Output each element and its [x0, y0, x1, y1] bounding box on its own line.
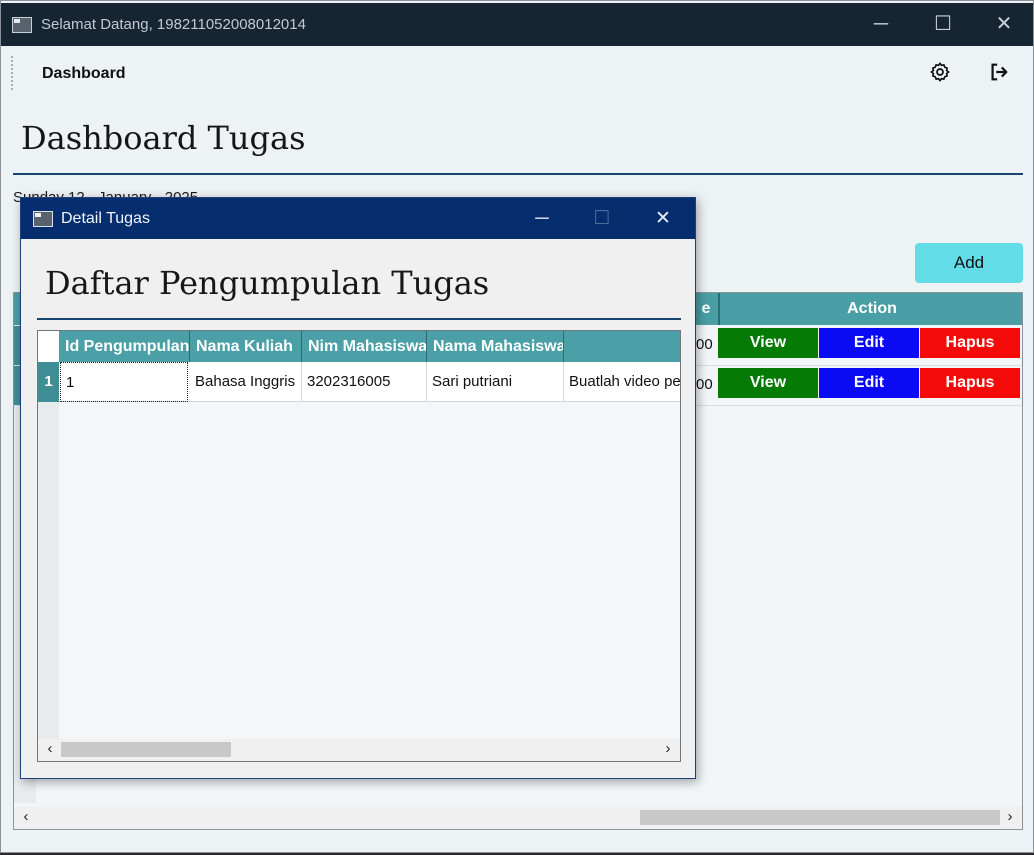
grid-row[interactable]: 1 1 Bahasa Inggris 3202316005 Sari putri…: [38, 362, 680, 402]
table-horizontal-scrollbar[interactable]: ‹ ›: [14, 807, 1022, 829]
close-button[interactable]: ✕: [974, 3, 1034, 46]
grid-scroll-left-arrow-icon[interactable]: ‹: [40, 739, 60, 759]
dialog-heading-divider: [37, 318, 681, 320]
column-header-partial[interactable]: e: [696, 293, 716, 325]
dialog-close-button[interactable]: ✕: [633, 198, 693, 239]
cell-nama-mahasiswa[interactable]: Sari putriani: [427, 362, 564, 402]
column-header-action[interactable]: Action: [718, 293, 1022, 325]
grid-horizontal-scrollbar[interactable]: ‹ ›: [38, 739, 680, 761]
column-header-nama-kuliah[interactable]: Nama Kuliah: [190, 331, 302, 362]
minimize-button[interactable]: ─: [851, 3, 911, 46]
dashboard-menu-item[interactable]: Dashboard: [42, 65, 126, 83]
title-divider: [13, 173, 1023, 175]
main-window-title: Selamat Datang, 198211052008012014: [41, 16, 306, 33]
maximize-button[interactable]: ☐: [913, 3, 973, 46]
column-header-id-pengumpulan[interactable]: Id Pengumpulan: [59, 331, 190, 362]
cell-nim-mahasiswa[interactable]: 3202316005: [302, 362, 427, 402]
pengumpulan-grid: Id Pengumpulan Nama Kuliah Nim Mahasiswa…: [37, 330, 681, 762]
view-button[interactable]: View: [718, 328, 818, 358]
dialog-minimize-button[interactable]: ─: [512, 198, 572, 239]
scroll-right-arrow-icon[interactable]: ›: [1000, 807, 1020, 827]
grid-scroll-right-arrow-icon[interactable]: ›: [658, 739, 678, 759]
toolbar-grip[interactable]: [11, 56, 14, 90]
dialog-title: Detail Tugas: [61, 210, 150, 227]
partial-cell: 00: [696, 336, 713, 353]
column-header-tugas[interactable]: [564, 331, 680, 362]
dialog-window-icon: [33, 211, 53, 227]
column-header-nama-mahasiswa[interactable]: Nama Mahasiswa: [427, 331, 564, 362]
edit-button[interactable]: Edit: [819, 328, 919, 358]
edit-button[interactable]: Edit: [819, 368, 919, 398]
cell-tugas[interactable]: Buatlah video pendek: [564, 362, 680, 402]
hapus-button[interactable]: Hapus: [920, 328, 1020, 358]
logout-icon[interactable]: [987, 60, 1011, 84]
cell-nama-kuliah[interactable]: Bahasa Inggris: [190, 362, 302, 402]
gear-icon[interactable]: [928, 60, 952, 84]
hapus-button[interactable]: Hapus: [920, 368, 1020, 398]
scrollbar-thumb[interactable]: [640, 810, 1000, 825]
grid-corner[interactable]: [38, 331, 59, 362]
grid-header: Id Pengumpulan Nama Kuliah Nim Mahasiswa…: [59, 331, 680, 362]
add-button[interactable]: Add: [915, 243, 1023, 283]
dialog-titlebar[interactable]: Detail Tugas ─ ☐ ✕: [21, 198, 695, 239]
app-window-icon: [12, 17, 32, 33]
dialog-maximize-button: ☐: [593, 208, 611, 229]
detail-tugas-dialog: Detail Tugas ─ ☐ ✕ Daftar Pengumpulan Tu…: [20, 197, 696, 779]
scroll-left-arrow-icon[interactable]: ‹: [16, 807, 36, 827]
view-button[interactable]: View: [718, 368, 818, 398]
column-header-nim-mahasiswa[interactable]: Nim Mahasiswa: [302, 331, 427, 362]
grid-row-number[interactable]: 1: [38, 362, 59, 402]
cell-id-pengumpulan[interactable]: 1: [60, 362, 188, 402]
toolbar: Dashboard: [1, 46, 1033, 100]
partial-cell: 00: [696, 376, 713, 393]
dialog-heading: Daftar Pengumpulan Tugas: [45, 264, 490, 302]
page-title: Dashboard Tugas: [21, 119, 306, 157]
grid-scrollbar-thumb[interactable]: [61, 742, 231, 757]
main-titlebar[interactable]: Selamat Datang, 198211052008012014 ─ ☐ ✕: [1, 3, 1033, 46]
